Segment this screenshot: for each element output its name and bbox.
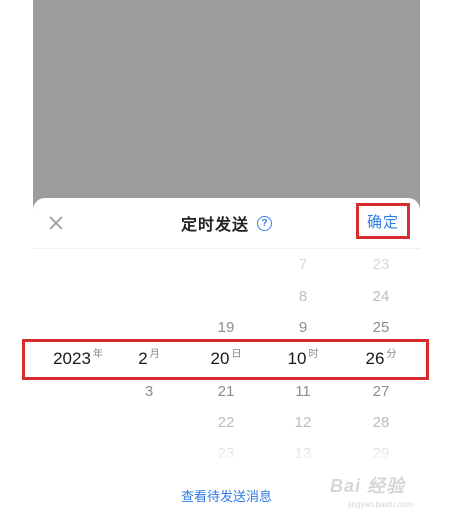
minute-option[interactable]: 29 <box>346 438 416 469</box>
dimmed-background-overlay[interactable] <box>33 0 420 215</box>
minute-option[interactable]: 24 <box>346 281 416 312</box>
day-option[interactable]: 22 <box>191 407 261 438</box>
hour-option[interactable]: 11 <box>268 376 338 407</box>
hour-option[interactable]: 7 <box>268 249 338 280</box>
hour-option[interactable]: 8 <box>268 281 338 312</box>
help-circle-icon[interactable]: ? <box>257 215 272 231</box>
watermark-url: jingyan.baidu.com <box>348 500 413 509</box>
day-option[interactable]: 21 <box>191 376 261 407</box>
sheet-header: 定时发送 ? 确定 <box>33 198 420 249</box>
day-option[interactable]: 23 <box>191 438 261 469</box>
hour-option[interactable]: 12 <box>268 407 338 438</box>
selected-row-highlight <box>22 339 429 380</box>
close-button[interactable] <box>46 213 66 233</box>
minute-option[interactable]: 23 <box>346 249 416 280</box>
month-option[interactable]: 3 <box>114 376 184 407</box>
sheet-title: 定时发送 <box>180 217 249 234</box>
confirm-label: 确定 <box>366 213 399 231</box>
hour-option[interactable]: 13 <box>268 438 338 469</box>
watermark-logo: Bai 经验 <box>330 476 406 496</box>
minute-option[interactable]: 27 <box>346 376 416 407</box>
confirm-button[interactable]: 确定 <box>356 203 410 239</box>
minute-option[interactable]: 28 <box>346 407 416 438</box>
close-icon <box>49 216 63 230</box>
